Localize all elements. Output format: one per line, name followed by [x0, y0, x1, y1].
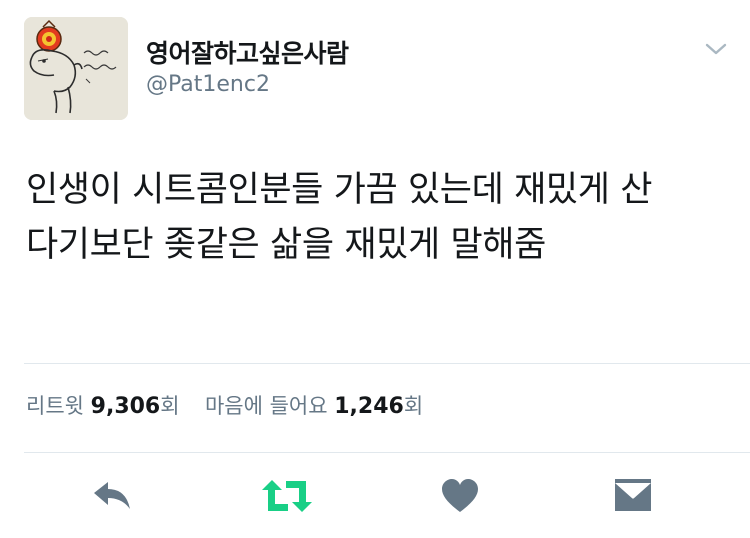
divider [24, 363, 750, 364]
avatar-drawing [24, 17, 128, 120]
tweet-text: 인생이 시트콤인분들 가끔 있는데 재밌게 산 다기보단 좆같은 삶을 재밌게 … [26, 163, 736, 273]
reply-icon [94, 482, 130, 509]
tweet-text-line: 인생이 시트콤인분들 가끔 있는데 재밌게 산 [26, 170, 653, 210]
avatar[interactable] [24, 17, 128, 120]
retweet-unit: 회 [160, 394, 180, 418]
direct-message-icon [614, 479, 652, 511]
retweet-button[interactable] [258, 476, 316, 516]
like-button[interactable] [440, 476, 480, 516]
like-unit: 회 [403, 394, 424, 418]
retweet-label: 리트윗 [26, 394, 84, 418]
display-name[interactable]: 영어잘하고싶은사람 [146, 34, 349, 70]
reply-button[interactable] [90, 476, 136, 516]
like-count[interactable]: 1,246 [334, 394, 404, 419]
tweet-card: 영어잘하고싶은사람 @Pat1enc2 인생이 시트콤인분들 가끔 있는데 재밌… [0, 0, 750, 538]
heart-icon [442, 479, 478, 512]
user-handle[interactable]: @Pat1enc2 [146, 72, 270, 97]
divider [24, 452, 750, 453]
tweet-text-line: 다기보단 좆같은 삶을 재밌게 말해줌 [26, 225, 546, 265]
engagement-stats: 리트윗 9,306회 마음에 들어요 1,246회 [26, 390, 423, 420]
like-label: 마음에 들어요 [204, 394, 328, 418]
chevron-down-icon[interactable] [702, 38, 730, 60]
retweet-icon [262, 480, 312, 512]
retweet-count[interactable]: 9,306 [91, 394, 161, 419]
direct-message-button[interactable] [612, 476, 654, 516]
